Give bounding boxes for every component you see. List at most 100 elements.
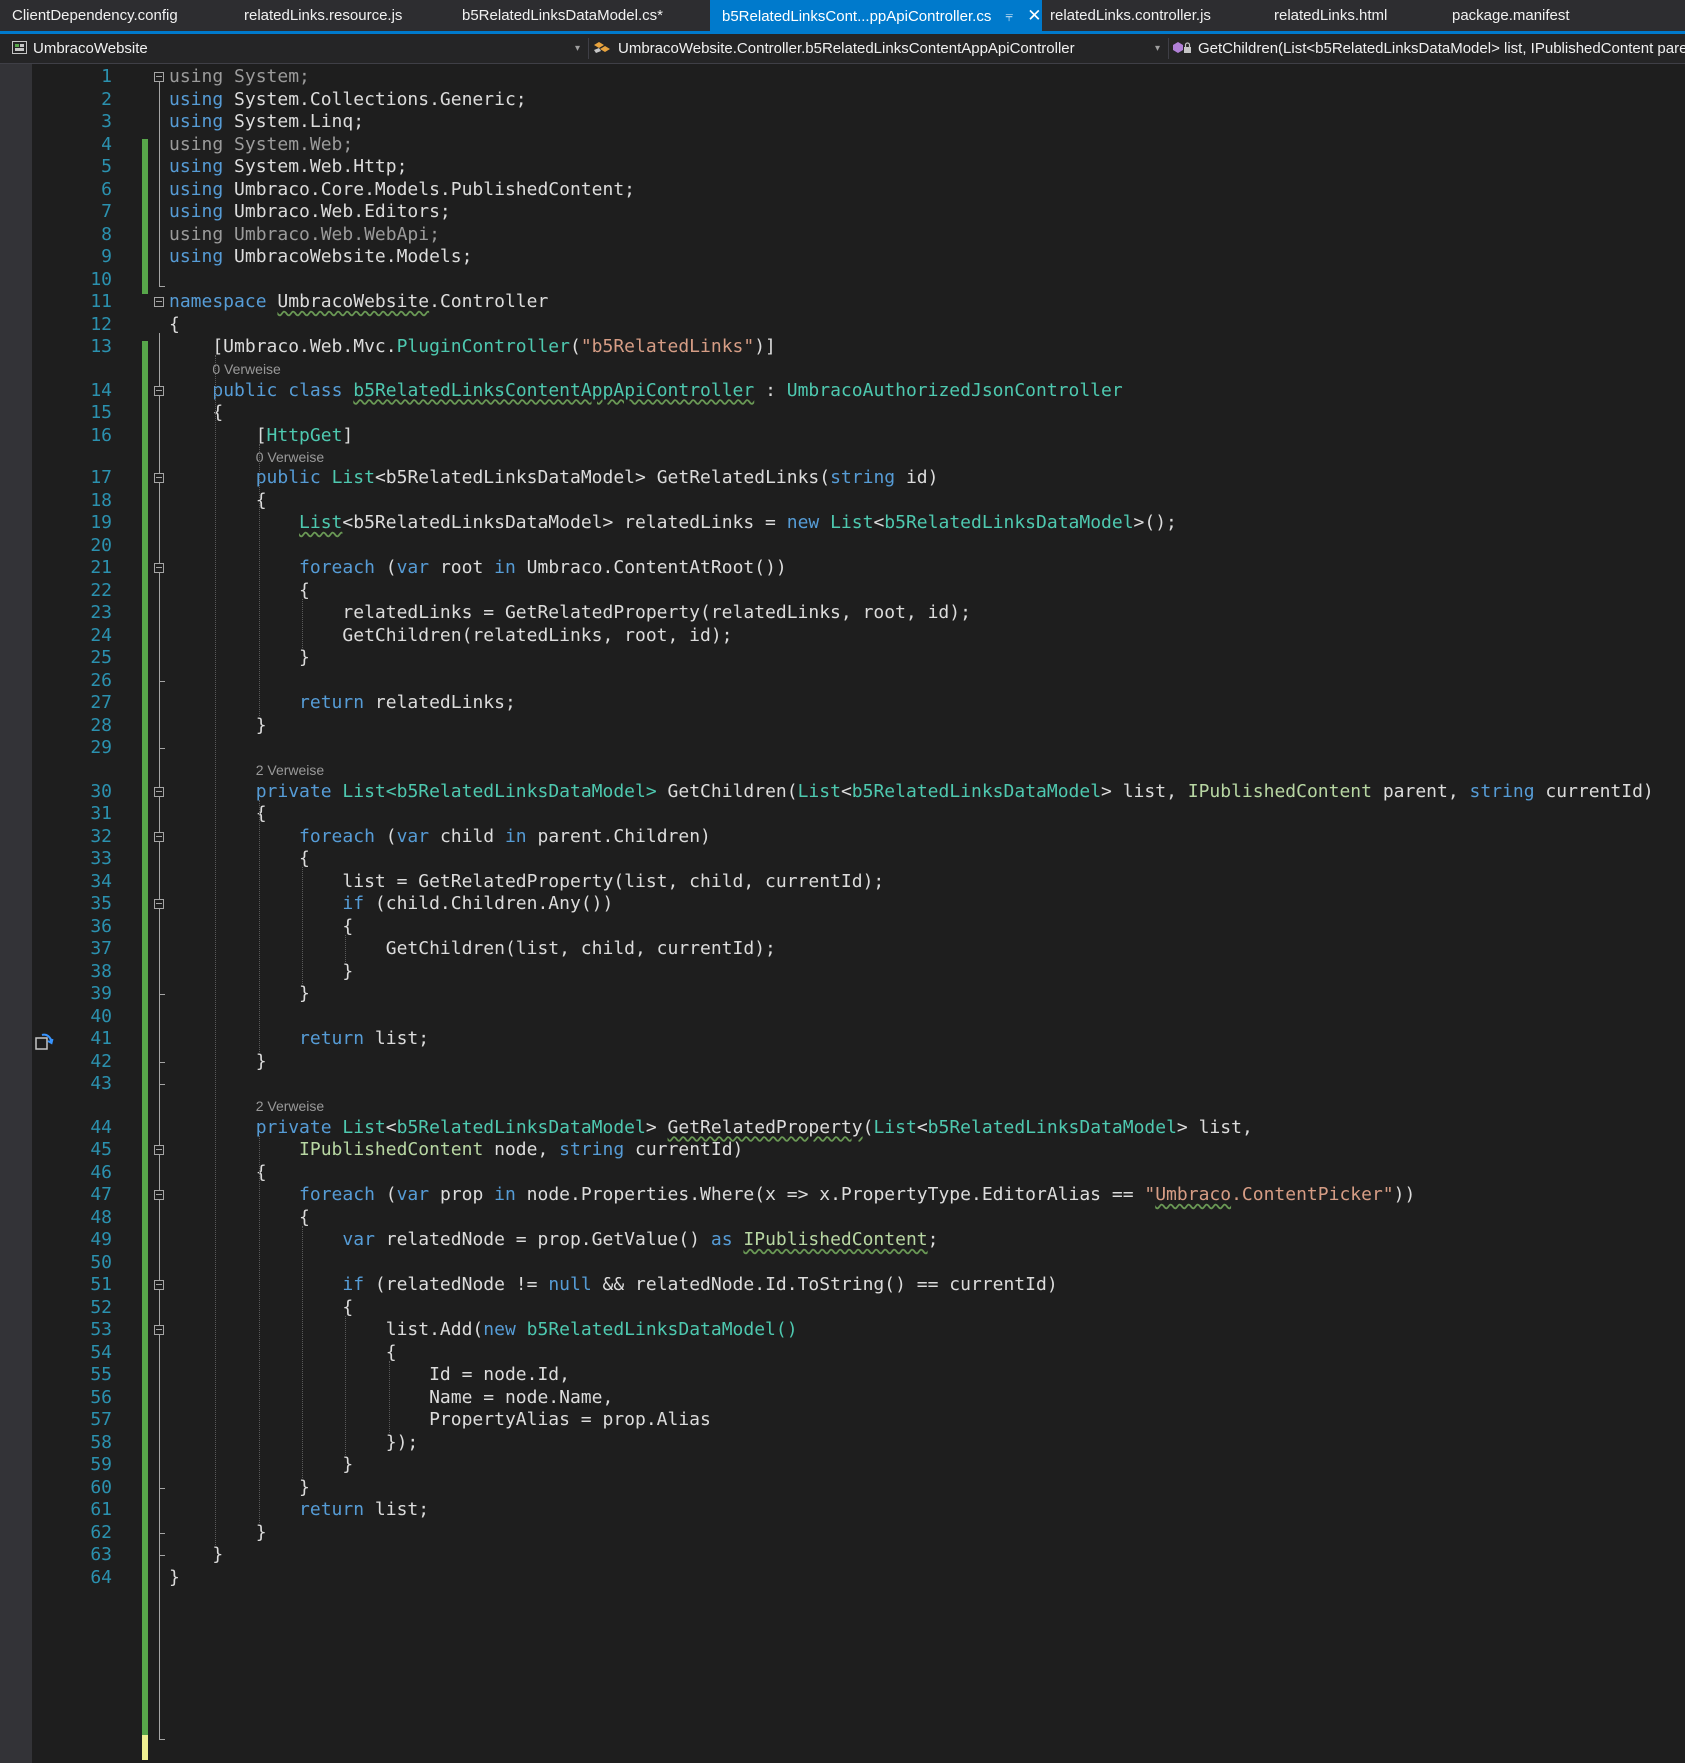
code-line[interactable]: 53 list.Add(new b5RelatedLinksDataModel(… [0, 1318, 1685, 1342]
code-line[interactable]: 63 } [0, 1543, 1685, 1567]
collapse-toggle-icon[interactable] [154, 1145, 164, 1155]
code-line[interactable]: 29 [0, 736, 1685, 760]
member-dropdown[interactable]: GetChildren(List<b5RelatedLinksDataModel… [1172, 34, 1685, 63]
code-line[interactable]: 17 public List<b5RelatedLinksDataModel> … [0, 466, 1685, 490]
code-line[interactable]: 22 { [0, 579, 1685, 603]
collapse-toggle-icon[interactable] [154, 1325, 164, 1335]
collapse-toggle-icon[interactable] [154, 473, 164, 483]
code-line[interactable]: 51 if (relatedNode != null && relatedNod… [0, 1273, 1685, 1297]
code-line[interactable]: 1 using System; [0, 65, 1685, 89]
code-line[interactable]: 40 [0, 1005, 1685, 1029]
collapse-toggle-icon[interactable] [154, 831, 164, 842]
code-text: using System.Collections.Generic; [169, 88, 527, 112]
code-line[interactable]: 60 } [0, 1476, 1685, 1500]
code-line[interactable]: 23 relatedLinks = GetRelatedProperty(rel… [0, 601, 1685, 625]
code-line[interactable]: 57 PropertyAlias = prop.Alias [0, 1408, 1685, 1432]
code-line[interactable]: 56 Name = node.Name, [0, 1386, 1685, 1410]
code-token: ( [374, 1184, 397, 1205]
code-line[interactable]: 58 }); [0, 1431, 1685, 1455]
code-line[interactable]: 34 list = GetRelatedProperty(list, child… [0, 870, 1685, 894]
code-token: { [169, 848, 310, 869]
code-line[interactable]: 32 foreach (var child in parent.Children… [0, 825, 1685, 849]
code-line[interactable]: 38 } [0, 960, 1685, 984]
code-line[interactable]: 11 namespace UmbracoWebsite.Controller [0, 290, 1685, 314]
code-line[interactable]: 50 [0, 1251, 1685, 1275]
code-line[interactable]: 37 GetChildren(list, child, currentId); [0, 937, 1685, 961]
code-line[interactable]: 46 { [0, 1161, 1685, 1185]
code-line[interactable]: 8 using Umbraco.Web.WebApi; [0, 223, 1685, 247]
code-line[interactable]: 41 return list; [0, 1027, 1685, 1051]
code-line[interactable]: 36 { [0, 915, 1685, 939]
code-line[interactable]: 62 } [0, 1521, 1685, 1545]
code-line[interactable]: 14 public class b5RelatedLinksContentApp… [0, 379, 1685, 403]
code-line[interactable]: 27 return relatedLinks; [0, 691, 1685, 715]
code-text: } [169, 1476, 310, 1500]
tab-relatedlinks-html[interactable]: relatedLinks.html [1262, 0, 1399, 31]
collapse-toggle-icon[interactable] [154, 563, 164, 573]
code-line[interactable]: 35 if (child.Children.Any()) [0, 892, 1685, 916]
code-line[interactable]: 15 { [0, 401, 1685, 425]
code-line[interactable]: 4 using System.Web; [0, 133, 1685, 157]
code-line[interactable]: 48 { [0, 1206, 1685, 1230]
code-line[interactable]: 42 } [0, 1050, 1685, 1074]
tab-b5relatedlinksdatamodel-cs[interactable]: b5RelatedLinksDataModel.cs* [450, 0, 675, 31]
code-line[interactable]: 43 [0, 1072, 1685, 1096]
type-dropdown[interactable]: UmbracoWebsite.Controller.b5RelatedLinks… [592, 34, 1166, 63]
code-line[interactable]: 31 { [0, 802, 1685, 826]
code-line[interactable]: 39 } [0, 982, 1685, 1006]
tab-relatedlinks-resource-js[interactable]: relatedLinks.resource.js [232, 0, 414, 31]
code-text: namespace UmbracoWebsite.Controller [169, 290, 548, 314]
code-line[interactable]: 7 using Umbraco.Web.Editors; [0, 200, 1685, 224]
tab-relatedlinks-controller-js[interactable]: relatedLinks.controller.js [1038, 0, 1223, 31]
code-line[interactable]: 5 using System.Web.Http; [0, 155, 1685, 179]
code-line[interactable]: 47 foreach (var prop in node.Properties.… [0, 1183, 1685, 1207]
code-token: UmbracoWebsite.Models; [223, 246, 473, 267]
tab-package-manifest[interactable]: package.manifest [1440, 0, 1582, 31]
code-line[interactable]: 61 return list; [0, 1498, 1685, 1522]
code-line[interactable]: 2 using System.Collections.Generic; [0, 88, 1685, 112]
code-line[interactable]: 24 GetChildren(relatedLinks, root, id); [0, 624, 1685, 648]
code-line[interactable]: 12 { [0, 313, 1685, 337]
code-line[interactable]: 33 { [0, 847, 1685, 871]
collapse-toggle-icon[interactable] [154, 899, 164, 909]
code-line[interactable]: 13 [Umbraco.Web.Mvc.PluginController("b5… [0, 335, 1685, 359]
code-lens-references[interactable]: 0 Verweise [256, 447, 324, 467]
code-line[interactable]: 16 [HttpGet] [0, 424, 1685, 448]
code-line[interactable]: 3 using System.Linq; [0, 110, 1685, 134]
code-line[interactable]: 19 List<b5RelatedLinksDataModel> related… [0, 511, 1685, 535]
code-line[interactable]: 52 { [0, 1296, 1685, 1320]
code-line[interactable]: 6 using Umbraco.Core.Models.PublishedCont… [0, 178, 1685, 202]
code-line[interactable]: 59 } [0, 1453, 1685, 1477]
code-line[interactable]: 26 [0, 669, 1685, 693]
code-line[interactable]: 20 [0, 534, 1685, 558]
code-lens-references[interactable]: 0 Verweise [212, 359, 280, 379]
code-line[interactable]: 45 IPublishedContent node, string curren… [0, 1138, 1685, 1162]
collapse-toggle-icon[interactable] [154, 72, 164, 82]
code-line[interactable]: 30 private List<b5RelatedLinksDataModel>… [0, 780, 1685, 804]
collapse-toggle-icon[interactable] [154, 385, 164, 396]
pin-icon[interactable]: ⫧ [1005, 8, 1013, 24]
collapse-toggle-icon[interactable] [154, 297, 164, 307]
code-line[interactable]: 54 { [0, 1341, 1685, 1365]
code-editor[interactable]: 1 using System; 2 using System.Collections.… [0, 64, 1685, 1763]
code-lens-references[interactable]: 2 Verweise [256, 1096, 324, 1116]
code-line[interactable]: 28 } [0, 714, 1685, 738]
code-line[interactable]: 64} [0, 1566, 1685, 1590]
code-line[interactable]: 21 foreach (var root in Umbraco.ContentA… [0, 556, 1685, 580]
private-method-icon [1173, 42, 1191, 53]
code-line[interactable]: 9 using UmbracoWebsite.Models; [0, 245, 1685, 269]
code-lens-references[interactable]: 2 Verweise [256, 760, 324, 780]
project-dropdown[interactable]: UmbracoWebsite ▾ [12, 34, 586, 63]
code-line[interactable]: 44 private List<b5RelatedLinksDataModel>… [0, 1116, 1685, 1140]
code-line[interactable]: 49 var relatedNode = prop.GetValue() as … [0, 1228, 1685, 1252]
code-line[interactable]: 18 { [0, 489, 1685, 513]
tab-clientdependency-config[interactable]: ClientDependency.config [0, 0, 190, 31]
code-line[interactable]: 25 } [0, 646, 1685, 670]
code-line[interactable]: 10 [0, 268, 1685, 292]
code-line[interactable]: 55 Id = node.Id, [0, 1363, 1685, 1387]
collapse-toggle-icon[interactable] [154, 1190, 164, 1200]
collapse-toggle-icon[interactable] [154, 786, 164, 797]
tab-b5relatedlinkscontentappapicontroller-cs[interactable]: b5RelatedLinksCont...ppApiController.cs ⫧… [710, 0, 1042, 31]
collapse-toggle-icon[interactable] [154, 1280, 164, 1290]
